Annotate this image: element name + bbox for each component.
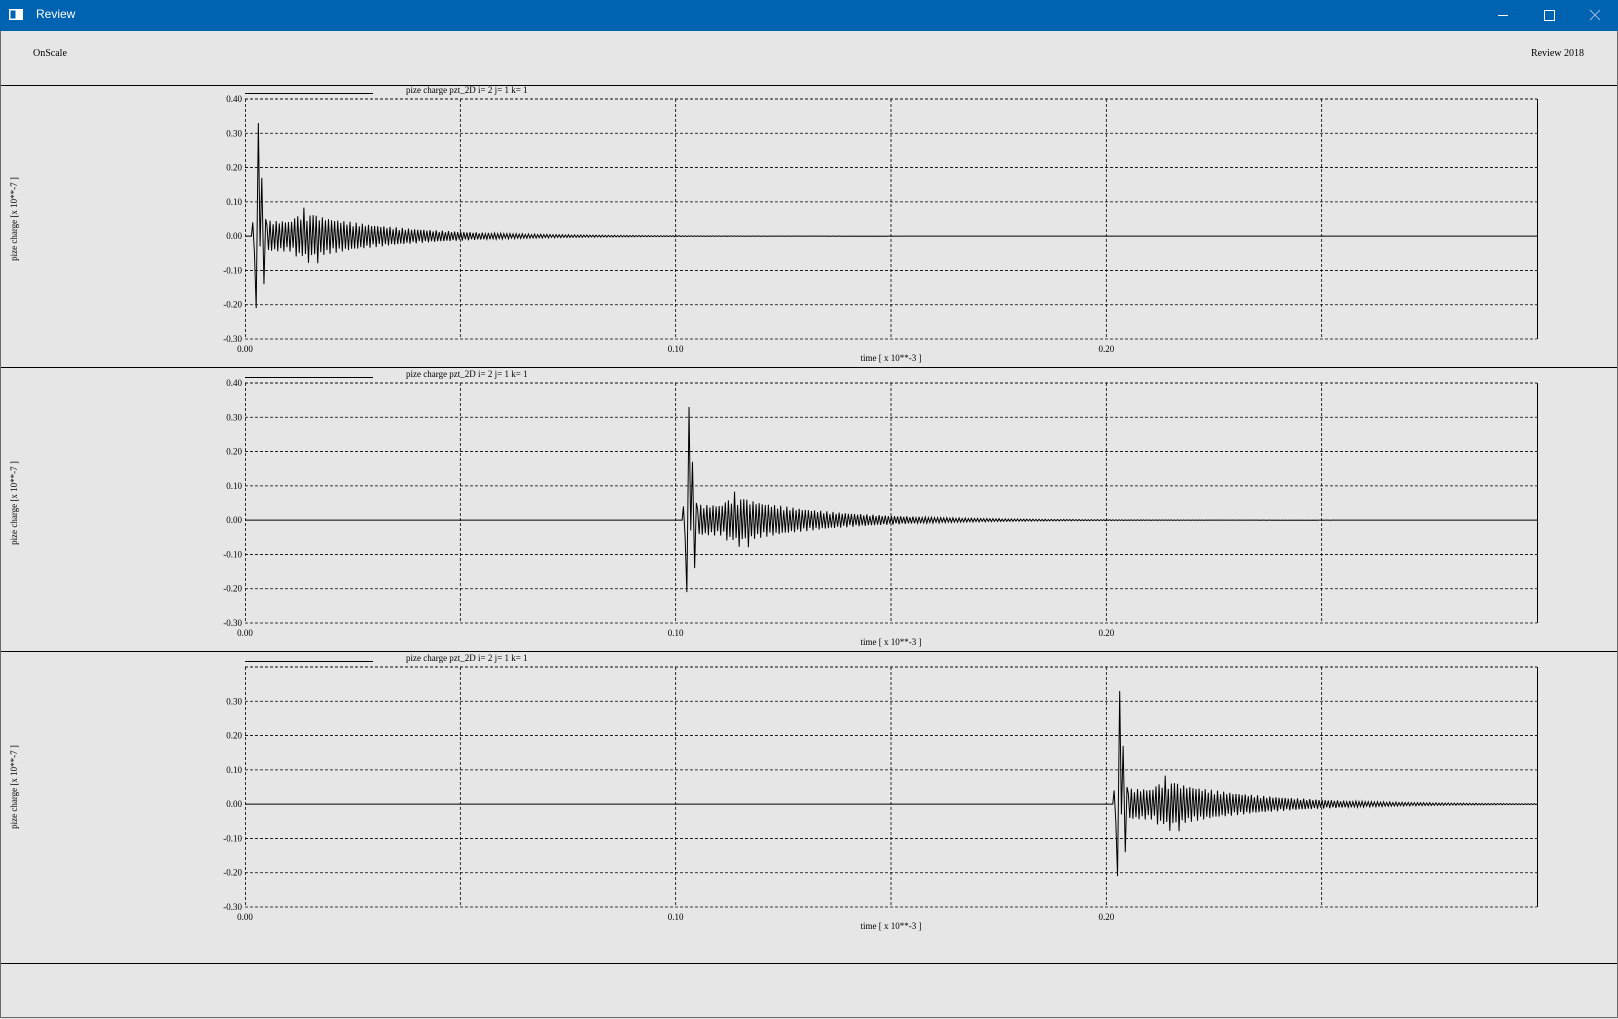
- y-tick-label: 0.30: [226, 696, 242, 706]
- y-tick-label: -0.30: [223, 902, 242, 912]
- plots-area: pize charge pzt_2D i= 2 j= 1 k= 1 0.40 0.3…: [1, 85, 1617, 931]
- minimize-button[interactable]: [1480, 0, 1526, 31]
- x-tick-label: 0.20: [1098, 344, 1114, 354]
- y-axis-label: pize charge [x 10**-7 ]: [9, 745, 19, 829]
- y-tick-label: 0.30: [226, 412, 242, 422]
- x-axis-label: time [ x 10**-3 ]: [861, 353, 922, 363]
- y-tick-label: 0.20: [226, 447, 242, 457]
- y-tick-label: 0.40: [226, 94, 242, 104]
- plot-panel-3: pize charge pzt_2D i= 2 j= 1 k= 1 0.30 0.2…: [1, 651, 1617, 931]
- chart-title: pize charge pzt_2D i= 2 j= 1 k= 1: [406, 653, 528, 663]
- grid-lines: [245, 382, 1537, 624]
- x-tick-label: 0.00: [237, 344, 253, 354]
- x-tick-label: 0.00: [237, 912, 253, 922]
- plot-panel-2: pize charge pzt_2D i= 2 j= 1 k= 1 0.40 0.3…: [1, 367, 1617, 647]
- y-tick-label: -0.30: [223, 334, 242, 344]
- close-button[interactable]: [1572, 0, 1618, 31]
- y-tick-label: 0.10: [226, 197, 242, 207]
- close-icon: [1589, 9, 1601, 21]
- y-tick-label: 0.10: [226, 481, 242, 491]
- y-tick-label: -0.30: [223, 618, 242, 628]
- window-titlebar[interactable]: Review: [0, 0, 1618, 31]
- x-tick-label: 0.00: [237, 628, 253, 638]
- y-tick-label: -0.20: [223, 300, 242, 310]
- bottom-separator: [1, 963, 1617, 964]
- grid-lines: [245, 666, 1537, 908]
- minimize-icon: [1498, 15, 1508, 16]
- y-tick-label: -0.20: [223, 584, 242, 594]
- y-axis-label: pize charge [x 10**-7 ]: [9, 177, 19, 261]
- y-tick-label: 0.20: [226, 163, 242, 173]
- review-app-area: OnScale Review 2018 pize charge pzt_2D i…: [0, 31, 1618, 1018]
- plot-panel-1: pize charge pzt_2D i= 2 j= 1 k= 1 0.40 0.3…: [9, 85, 1538, 363]
- x-tick-label: 0.10: [668, 912, 684, 922]
- y-tick-label: -0.10: [223, 549, 242, 559]
- x-axis-label: time [ x 10**-3 ]: [861, 921, 922, 931]
- y-tick-label: -0.10: [223, 833, 242, 843]
- y-axis-label: pize charge [x 10**-7 ]: [9, 461, 19, 545]
- window-app-icon: [9, 9, 23, 20]
- y-tick-label: 0.20: [226, 731, 242, 741]
- x-axis-label: time [ x 10**-3 ]: [861, 637, 922, 647]
- chart-title: pize charge pzt_2D i= 2 j= 1 k= 1: [406, 85, 528, 95]
- x-tick-label: 0.20: [1098, 628, 1114, 638]
- x-tick-label: 0.10: [668, 628, 684, 638]
- window-title: Review: [36, 7, 76, 21]
- chart-title: pize charge pzt_2D i= 2 j= 1 k= 1: [406, 369, 528, 379]
- maximize-icon: [1544, 10, 1555, 21]
- y-tick-label: -0.10: [223, 265, 242, 275]
- grid-lines: [245, 98, 1537, 340]
- y-tick-label: 0.30: [226, 128, 242, 138]
- maximize-button[interactable]: [1526, 0, 1572, 31]
- y-tick-label: 0.00: [226, 515, 242, 525]
- y-tick-label: 0.00: [226, 799, 242, 809]
- y-tick-label: 0.10: [226, 765, 242, 775]
- y-tick-label: 0.40: [226, 378, 242, 388]
- x-tick-label: 0.10: [668, 344, 684, 354]
- y-tick-label: -0.20: [223, 868, 242, 878]
- y-tick-label: 0.00: [226, 231, 242, 241]
- x-tick-label: 0.20: [1098, 912, 1114, 922]
